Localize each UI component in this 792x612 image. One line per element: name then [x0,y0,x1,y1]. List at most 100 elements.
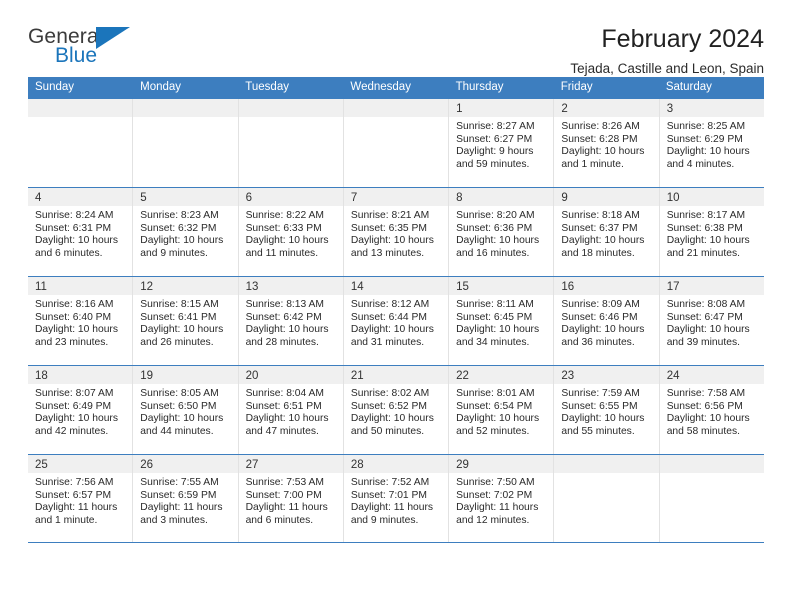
day-details: Sunrise: 7:52 AM Sunset: 7:01 PM Daylight:… [344,473,448,542]
day-number-band: 9 [554,188,659,206]
day-number: 18 [35,370,48,382]
day-cell[interactable]: 27 Sunrise: 7:53 AM Sunset: 7:00 PM Dayligh… [238,455,344,542]
day-number: 1 [456,103,463,115]
day-cell[interactable]: 20 Sunrise: 8:04 AM Sunset: 6:51 PM Dayligh… [238,366,344,454]
day-number: 21 [350,370,364,382]
day-cell[interactable]: 18 Sunrise: 8:07 AM Sunset: 6:49 PM Dayligh… [28,366,134,454]
daylight-text-line2: and 11 minutes. [245,247,319,259]
day-cell[interactable]: 11 Sunrise: 8:16 AM Sunset: 6:40 PM Dayligh… [28,277,134,365]
sunrise-text: Sunrise: 8:04 AM [245,388,324,399]
daylight-text-line2: and 39 minutes. [666,336,740,348]
day-cell[interactable]: 23 Sunrise: 7:59 AM Sunset: 6:55 PM Dayligh… [554,366,660,454]
day-cell[interactable]: 14 Sunrise: 8:12 AM Sunset: 6:44 PM Dayligh… [343,277,450,365]
day-number: 19 [140,370,154,382]
sunset-text: Sunset: 6:28 PM [561,133,638,145]
day-details: Sunrise: 8:09 AM Sunset: 6:46 PM Daylight:… [554,295,658,365]
day-number-band [133,99,238,117]
sunrise-text: Sunrise: 8:26 AM [561,121,640,132]
daylight-text-line1: Daylight: 10 hours [561,324,645,336]
weekday-saturday: Saturday [665,81,712,93]
day-number-band: 25 [28,455,133,473]
daylight-text-line1: Daylight: 9 hours [456,146,534,158]
sunset-text: Sunset: 6:32 PM [140,222,217,234]
day-cell[interactable]: 2 Sunrise: 8:26 AM Sunset: 6:28 PM Daylight… [554,99,660,187]
daylight-text-line1: Daylight: 10 hours [245,413,329,425]
day-cell[interactable]: 15 Sunrise: 8:11 AM Sunset: 6:45 PM Dayligh… [449,277,555,365]
day-details: Sunrise: 8:27 AM Sunset: 6:27 PM Daylight:… [449,117,553,187]
sunrise-text: Sunrise: 8:11 AM [456,299,534,310]
day-cell[interactable]: 3 Sunrise: 8:25 AM Sunset: 6:29 PM Daylight… [659,99,764,187]
daylight-text-line2: and 52 minutes. [456,425,530,437]
day-cell-empty [238,99,344,187]
day-cell[interactable]: 5 Sunrise: 8:23 AM Sunset: 6:32 PM Daylight… [133,188,239,276]
day-cell[interactable]: 8 Sunrise: 8:20 AM Sunset: 6:36 PM Daylight… [449,188,555,276]
day-details: Sunrise: 8:23 AM Sunset: 6:32 PM Daylight:… [133,206,237,276]
day-details: Sunrise: 8:08 AM Sunset: 6:47 PM Daylight:… [660,295,764,365]
day-details: Sunrise: 7:55 AM Sunset: 6:59 PM Daylight:… [133,473,237,542]
day-cell[interactable]: 9 Sunrise: 8:18 AM Sunset: 6:37 PM Daylight… [554,188,660,276]
day-cell[interactable]: 21 Sunrise: 8:02 AM Sunset: 6:52 PM Dayligh… [343,366,450,454]
daylight-text-line1: Daylight: 11 hours [456,502,539,514]
sunrise-text: Sunrise: 8:15 AM [140,299,219,310]
day-details: Sunrise: 8:11 AM Sunset: 6:45 PM Daylight:… [449,295,553,365]
day-number: 23 [561,370,575,382]
daylight-text-line2: and 3 minutes. [140,514,208,526]
sunset-text: Sunset: 6:59 PM [140,489,217,501]
day-details: Sunrise: 8:04 AM Sunset: 6:51 PM Daylight:… [239,384,343,454]
sunset-text: Sunset: 6:42 PM [245,311,322,323]
day-number: 10 [666,192,680,204]
logo-triangle-icon [96,27,130,49]
day-number: 11 [35,281,47,293]
day-cell[interactable]: 12 Sunrise: 8:15 AM Sunset: 6:41 PM Dayligh… [133,277,239,365]
day-number-band: 27 [238,455,343,473]
day-details: Sunrise: 8:02 AM Sunset: 6:52 PM Daylight:… [344,384,448,454]
page-header: General Blue February 2024 Tejada, Casti… [28,0,764,77]
day-cell[interactable]: 17 Sunrise: 8:08 AM Sunset: 6:47 PM Dayligh… [659,277,764,365]
day-cell[interactable]: 10 Sunrise: 8:17 AM Sunset: 6:38 PM Dayligh… [659,188,764,276]
day-cell[interactable]: 26 Sunrise: 7:55 AM Sunset: 6:59 PM Dayligh… [133,455,239,542]
daylight-text-line1: Daylight: 11 hours [140,502,223,514]
day-cell-empty [28,99,134,187]
day-number-band: 3 [659,99,764,117]
day-cell[interactable]: 29 Sunrise: 7:50 AM Sunset: 7:02 PM Dayligh… [449,455,555,542]
daylight-text-line1: Daylight: 10 hours [245,235,329,247]
daylight-text-line2: and 44 minutes. [140,425,214,437]
day-cell[interactable]: 25 Sunrise: 7:56 AM Sunset: 6:57 PM Dayligh… [28,455,134,542]
daylight-text-line2: and 34 minutes. [456,336,530,348]
daylight-text-line1: Daylight: 10 hours [350,413,434,425]
day-cell[interactable]: 19 Sunrise: 8:05 AM Sunset: 6:50 PM Dayligh… [133,366,239,454]
day-details: Sunrise: 8:05 AM Sunset: 6:50 PM Daylight:… [133,384,237,454]
daylight-text-line2: and 23 minutes. [35,336,109,348]
day-cell[interactable]: 16 Sunrise: 8:09 AM Sunset: 6:46 PM Dayligh… [554,277,660,365]
day-number-band: 12 [133,277,238,295]
sunset-text: Sunset: 6:31 PM [35,222,112,234]
day-cell[interactable]: 13 Sunrise: 8:13 AM Sunset: 6:42 PM Dayligh… [238,277,344,365]
weekday-friday: Friday [560,81,593,93]
page-subtitle: Tejada, Castille and Leon, Spain [570,61,764,77]
day-cell[interactable]: 6 Sunrise: 8:22 AM Sunset: 6:33 PM Daylight… [238,188,344,276]
daylight-text-line2: and 26 minutes. [140,336,214,348]
day-details: Sunrise: 7:53 AM Sunset: 7:00 PM Daylight:… [239,473,343,542]
day-cell[interactable]: 24 Sunrise: 7:58 AM Sunset: 6:56 PM Dayligh… [659,366,764,454]
day-details: Sunrise: 8:26 AM Sunset: 6:28 PM Daylight:… [554,117,658,187]
daylight-text-line1: Daylight: 10 hours [350,235,434,247]
day-cell[interactable]: 1 Sunrise: 8:27 AM Sunset: 6:27 PM Daylight… [449,99,555,187]
weekday-sunday: Sunday [35,81,75,93]
day-cell[interactable]: 22 Sunrise: 8:01 AM Sunset: 6:54 PM Dayligh… [449,366,555,454]
daylight-text-line2: and 9 minutes. [350,514,419,526]
day-number-band: 17 [659,277,764,295]
sunset-text: Sunset: 6:49 PM [35,400,112,412]
day-cell[interactable]: 7 Sunrise: 8:21 AM Sunset: 6:35 PM Daylight… [343,188,450,276]
daylight-text-line1: Daylight: 10 hours [245,324,329,336]
daylight-text-line1: Daylight: 11 hours [245,502,328,514]
day-number-band: 2 [554,99,659,117]
sunset-text: Sunset: 7:02 PM [456,489,533,501]
sunrise-text: Sunrise: 8:01 AM [456,388,535,399]
sunrise-text: Sunrise: 8:07 AM [35,388,114,399]
sunrise-text: Sunrise: 8:13 AM [245,299,324,310]
day-cell[interactable]: 4 Sunrise: 8:24 AM Sunset: 6:31 PM Daylight… [28,188,134,276]
sunset-text: Sunset: 6:33 PM [245,222,322,234]
daylight-text-line2: and 31 minutes. [350,336,425,348]
day-cell[interactable]: 28 Sunrise: 7:52 AM Sunset: 7:01 PM Dayligh… [343,455,450,542]
day-number: 3 [666,103,674,115]
